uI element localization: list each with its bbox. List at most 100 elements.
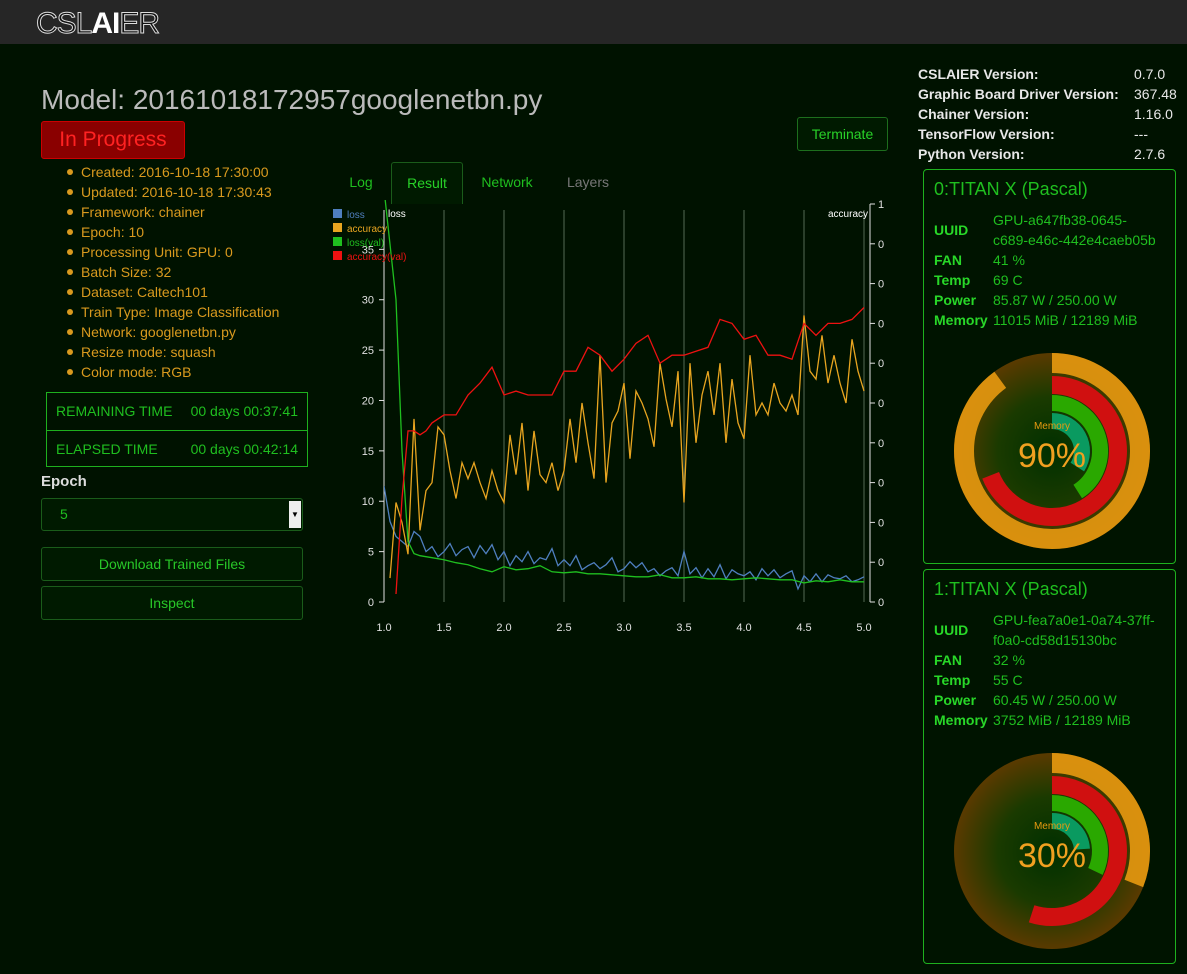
legend-label: loss bbox=[347, 210, 365, 221]
gpu-title: 1:TITAN X (Pascal) bbox=[934, 579, 1088, 599]
x-tick-label: 2.5 bbox=[556, 622, 571, 634]
logo-text-part: CSL bbox=[35, 7, 92, 40]
info-network: Network: googlenetbn.py bbox=[67, 322, 279, 342]
gpu-card-0: 0:TITAN X (Pascal) UUID GPU-a647fb38-064… bbox=[923, 169, 1176, 564]
y-left-tick-label: 0 bbox=[368, 597, 374, 609]
legend-swatch bbox=[333, 251, 342, 260]
info-created: Created: 2016-10-18 17:30:00 bbox=[67, 162, 279, 182]
tab-result[interactable]: Result bbox=[391, 162, 463, 204]
y-left-tick-label: 5 bbox=[368, 547, 374, 559]
right-axis-label: accuracy bbox=[828, 209, 868, 220]
remaining-time-value: 00 days 00:37:41 bbox=[190, 403, 298, 419]
tab-network[interactable]: Network bbox=[463, 162, 551, 204]
gpu-uuid-label: UUID bbox=[934, 622, 969, 638]
info-epoch: Epoch: 10 bbox=[67, 222, 279, 242]
elapsed-time-label: ELAPSED TIME bbox=[56, 441, 158, 457]
version-table: CSLAIER Version: 0.7.0 Graphic Board Driv… bbox=[918, 64, 1180, 164]
info-framework: Framework: chainer bbox=[67, 202, 279, 222]
gpu-card-1: 1:TITAN X (Pascal) UUID GPU-fea7a0e1-0a7… bbox=[923, 569, 1176, 964]
info-batch-size: Batch Size: 32 bbox=[67, 262, 279, 282]
app-logo[interactable]: CSLAIER bbox=[35, 7, 161, 40]
logo-text-bold: AI bbox=[91, 7, 120, 40]
y-right-tick-label: 1.0 bbox=[878, 200, 885, 211]
gpu-memory-value: 11015 MiB / 12189 MiB bbox=[993, 312, 1138, 328]
gpu-power-value: 85.87 W / 250.00 W bbox=[993, 292, 1117, 308]
info-updated: Updated: 2016-10-18 17:30:43 bbox=[67, 182, 279, 202]
x-tick-label: 4.5 bbox=[796, 622, 811, 634]
y-right-tick-label: 0.0 bbox=[878, 597, 885, 609]
inspect-button[interactable]: Inspect bbox=[41, 586, 303, 620]
y-right-tick-label: 0.5 bbox=[878, 398, 885, 410]
top-bar: CSLAIER bbox=[0, 0, 1187, 44]
version-value: 2.7.6 bbox=[1134, 146, 1166, 162]
logo-text-part: ER bbox=[119, 7, 161, 40]
tab-layers[interactable]: Layers bbox=[551, 162, 625, 204]
y-right-tick-label: 0.1 bbox=[878, 557, 885, 569]
gauge-percent: 30% bbox=[1018, 837, 1086, 875]
x-tick-label: 4.0 bbox=[736, 622, 751, 634]
gpu-temp-label: Temp bbox=[934, 272, 971, 288]
download-trained-files-button[interactable]: Download Trained Files bbox=[41, 547, 303, 581]
x-tick-label: 3.0 bbox=[616, 622, 631, 634]
version-row: Python Version: 2.7.6 bbox=[918, 144, 1180, 164]
epoch-select[interactable]: 5 ▼ bbox=[41, 498, 303, 531]
y-right-tick-label: 0.4 bbox=[878, 438, 885, 450]
y-right-tick-label: 0.7 bbox=[878, 318, 885, 330]
version-row: CSLAIER Version: 0.7.0 bbox=[918, 64, 1180, 84]
gpu-uuid-line1: GPU-a647fb38-0645- bbox=[993, 212, 1127, 228]
gauge-label: Memory bbox=[1034, 821, 1070, 832]
version-value: 367.48 bbox=[1134, 86, 1177, 102]
legend-swatch bbox=[333, 237, 342, 246]
legend-swatch bbox=[333, 223, 342, 232]
y-right-tick-label: 0.3 bbox=[878, 478, 885, 490]
gpu-uuid-line2: f0a0-cd58d15130bc bbox=[993, 632, 1117, 648]
info-color-mode: Color mode: RGB bbox=[67, 362, 279, 382]
training-chart: 1.0 1.5 2.0 2.5 3.0 3.5 4.0 4.5 5.00510152025303… bbox=[333, 200, 885, 634]
info-train-type: Train Type: Image Classification bbox=[67, 302, 279, 322]
info-processing-unit: Processing Unit: GPU: 0 bbox=[67, 242, 279, 262]
time-table: REMAINING TIME 00 days 00:37:41 ELAPSED … bbox=[46, 392, 308, 467]
elapsed-time-row: ELAPSED TIME 00 days 00:42:14 bbox=[47, 430, 307, 467]
gpu-fan-value: 41 % bbox=[993, 252, 1025, 268]
y-left-tick-label: 15 bbox=[362, 446, 374, 458]
y-left-tick-label: 30 bbox=[362, 295, 374, 307]
x-tick-label: 1.0 bbox=[376, 622, 391, 634]
gauge-percent: 90% bbox=[1018, 437, 1086, 475]
version-key: Graphic Board Driver Version: bbox=[918, 86, 1119, 102]
gpu-power-label: Power bbox=[934, 292, 977, 308]
terminate-button[interactable]: Terminate bbox=[797, 117, 888, 151]
gpu-power-label: Power bbox=[934, 692, 977, 708]
memory-gauge: Memory 30% bbox=[954, 753, 1150, 949]
version-key: TensorFlow Version: bbox=[918, 126, 1055, 142]
info-resize-mode: Resize mode: squash bbox=[67, 342, 279, 362]
version-row: Chainer Version: 1.16.0 bbox=[918, 104, 1180, 124]
x-tick-label: 2.0 bbox=[496, 622, 511, 634]
y-left-tick-label: 25 bbox=[362, 345, 374, 357]
gpu-power-value: 60.45 W / 250.00 W bbox=[993, 692, 1117, 708]
page-title: Model: 20161018172957googlenetbn.py bbox=[41, 84, 543, 115]
version-row: TensorFlow Version: --- bbox=[918, 124, 1180, 144]
x-tick-label: 3.5 bbox=[676, 622, 691, 634]
chevron-down-icon[interactable]: ▼ bbox=[289, 501, 301, 528]
gpu-fan-label: FAN bbox=[934, 252, 962, 268]
x-tick-label: 5.0 bbox=[856, 622, 871, 634]
gpu-uuid-label: UUID bbox=[934, 222, 969, 238]
gpu-temp-value: 69 C bbox=[993, 272, 1023, 288]
memory-gauge: Memory 90% bbox=[954, 353, 1150, 549]
y-right-tick-label: 0.9 bbox=[878, 239, 885, 251]
gpu-uuid-line2: c689-e46c-442e4caeb05b bbox=[993, 232, 1156, 248]
legend-label: loss(val) bbox=[347, 238, 384, 249]
elapsed-time-value: 00 days 00:42:14 bbox=[190, 441, 298, 457]
x-tick-label: 1.5 bbox=[436, 622, 451, 634]
legend-label: accuracy(val) bbox=[347, 252, 406, 263]
version-key: CSLAIER Version: bbox=[918, 66, 1039, 82]
y-right-tick-label: 0.6 bbox=[878, 358, 885, 370]
tab-log[interactable]: Log bbox=[331, 162, 391, 204]
remaining-time-row: REMAINING TIME 00 days 00:37:41 bbox=[47, 393, 307, 430]
y-left-tick-label: 10 bbox=[362, 496, 374, 508]
status-badge: In Progress bbox=[41, 121, 185, 159]
version-value: 0.7.0 bbox=[1134, 66, 1166, 82]
legend-label: accuracy bbox=[347, 224, 387, 235]
version-value: --- bbox=[1134, 126, 1148, 142]
info-dataset: Dataset: Caltech101 bbox=[67, 282, 279, 302]
